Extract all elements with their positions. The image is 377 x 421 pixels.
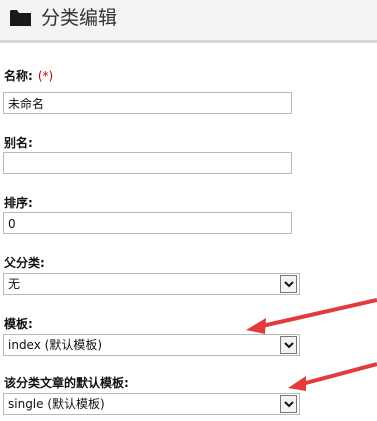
chevron-down-icon[interactable] (280, 336, 297, 354)
page-title: 分类编辑 (41, 7, 118, 29)
page-header: 分类编辑 (0, 0, 377, 43)
annotation-arrow-article-template (288, 362, 377, 391)
name-label-text: 名称: (4, 69, 33, 83)
template-value: index (默认模板) (8, 338, 103, 352)
folder-icon (9, 8, 33, 28)
order-field[interactable]: 0 (3, 212, 292, 234)
header-divider (0, 40, 377, 43)
parent-category-select[interactable]: 无 (3, 273, 300, 295)
order-label: 排序: (4, 196, 33, 210)
alias-label: 别名: (4, 136, 33, 150)
template-select[interactable]: index (默认模板) (3, 334, 300, 356)
name-field[interactable]: 未命名 (3, 92, 292, 114)
required-mark: (*) (37, 69, 54, 83)
chevron-down-icon[interactable] (280, 275, 297, 293)
alias-field[interactable] (3, 152, 292, 174)
parent-category-label: 父分类: (4, 256, 45, 270)
name-label: 名称: (*) (4, 68, 53, 84)
article-template-label: 该分类文章的默认模板: (4, 376, 129, 390)
article-template-select[interactable]: single (默认模板) (3, 393, 300, 415)
template-label: 模板: (4, 317, 33, 331)
article-template-value: single (默认模板) (8, 397, 105, 411)
category-edit-page: 分类编辑 名称: (*) 未命名 别名: 排序: 0 父分类: 无 模板: ind… (0, 0, 377, 421)
parent-category-value: 无 (8, 277, 21, 291)
chevron-down-icon[interactable] (280, 395, 297, 413)
